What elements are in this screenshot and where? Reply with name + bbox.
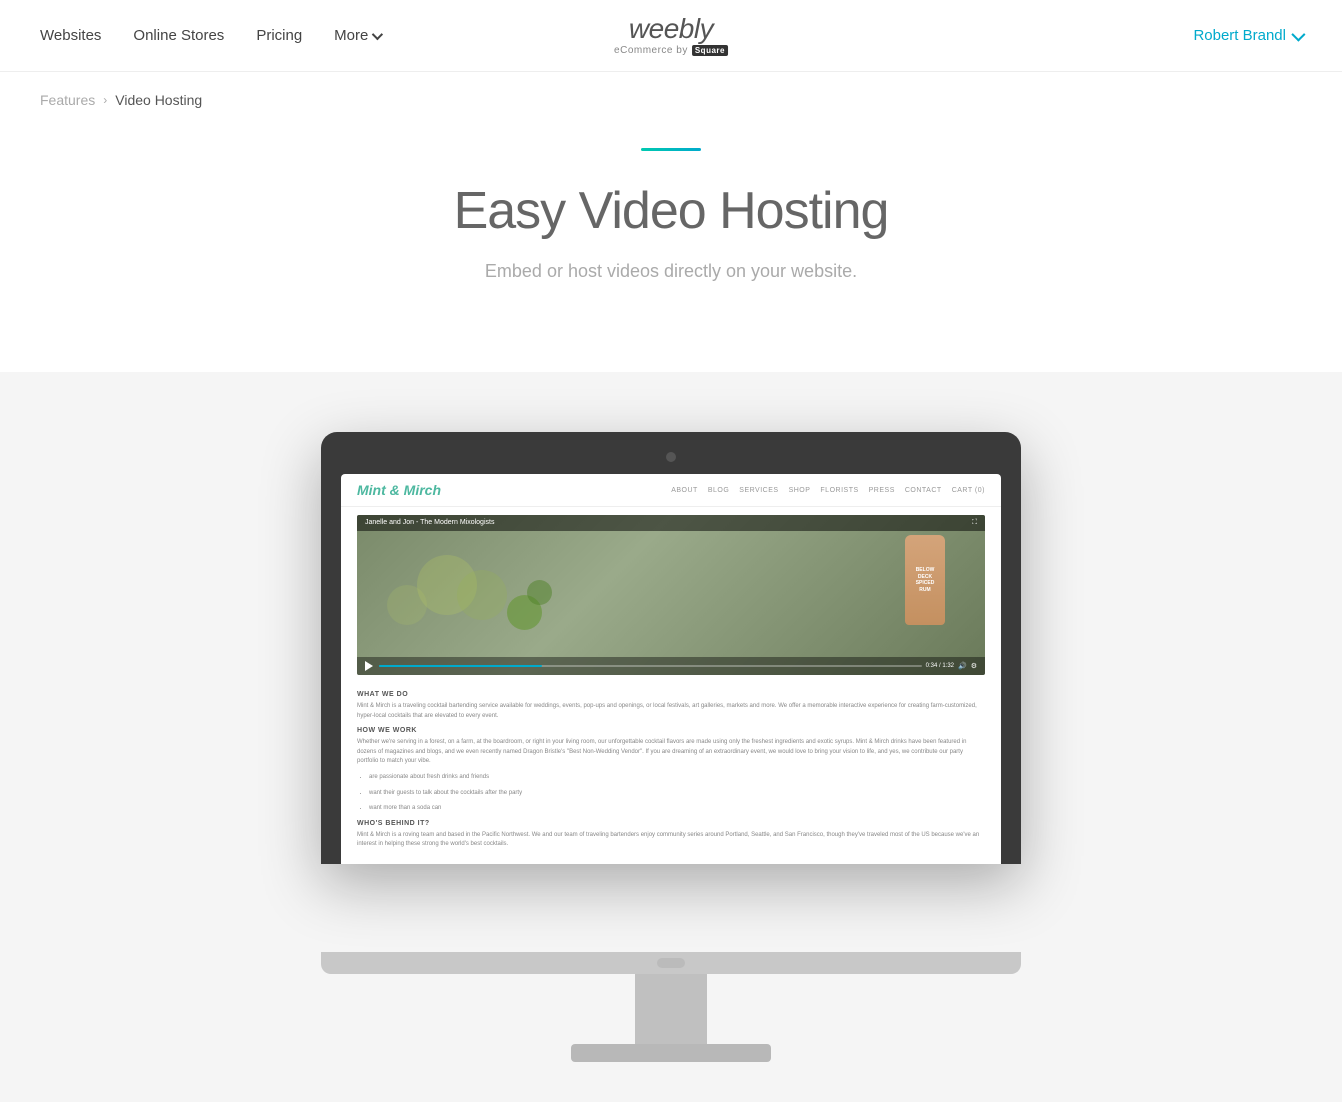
- nav-online-stores[interactable]: Online Stores: [133, 27, 224, 44]
- square-badge: Square: [692, 45, 728, 56]
- video-title-text: Janelle and Jon - The Modern Mixologists: [365, 519, 494, 527]
- website-section-3: WHO'S BEHIND IT? Mint & Mirch is a rovin…: [357, 820, 985, 850]
- video-player: BELOWDECKSPICEDRUM Janelle and Jon - The…: [357, 515, 985, 675]
- monitor-frame: Mint & Mirch ABOUT BLOG SERVICES SHOP FL…: [321, 432, 1021, 864]
- hero-section: Easy Video Hosting Embed or host videos …: [0, 128, 1342, 372]
- monitor-camera: [666, 452, 676, 462]
- website-nav-services: SERVICES: [739, 487, 778, 494]
- video-bg: BELOWDECKSPICEDRUM: [357, 515, 985, 675]
- breadcrumb-features-link[interactable]: Features: [40, 92, 95, 108]
- bottle-shape: BELOWDECKSPICEDRUM: [905, 535, 945, 625]
- section3-text: Mint & Mirch is a roving team and based …: [357, 831, 985, 850]
- breadcrumb-current: Video Hosting: [115, 92, 202, 108]
- hero-accent-line: [641, 148, 701, 151]
- video-title-bar: Janelle and Jon - The Modern Mixologists…: [357, 515, 985, 531]
- video-progress-fill: [379, 665, 542, 667]
- website-nav-press: PRESS: [869, 487, 895, 494]
- website-nav-links: ABOUT BLOG SERVICES SHOP FLORISTS PRESS …: [671, 487, 985, 494]
- list-item-2: want their guests to talk about the cock…: [369, 789, 985, 799]
- monitor-bottom: [0, 952, 1342, 1102]
- website-section-1: WHAT WE DO Mint & Mirch is a traveling c…: [357, 691, 985, 721]
- video-time-label: 0:34 / 1:32: [926, 663, 954, 669]
- nav-more[interactable]: More: [334, 27, 380, 44]
- user-menu[interactable]: Robert Brandl: [1193, 27, 1302, 44]
- video-fullscreen-icon: ⛶: [972, 519, 977, 527]
- website-nav-blog: BLOG: [708, 487, 729, 494]
- monitor-screen: Mint & Mirch ABOUT BLOG SERVICES SHOP FL…: [341, 474, 1001, 864]
- video-controls: 0:34 / 1:32 🔊 ⚙: [357, 657, 985, 675]
- video-progress-bar[interactable]: [379, 665, 922, 667]
- section2-text: Whether we're serving in a forest, on a …: [357, 738, 985, 767]
- website-navbar: Mint & Mirch ABOUT BLOG SERVICES SHOP FL…: [341, 474, 1001, 507]
- monitor-chin: [321, 952, 1021, 974]
- user-name: Robert Brandl: [1193, 27, 1286, 44]
- list-item-1: are passionate about fresh drinks and fr…: [369, 773, 985, 783]
- monitor-stand-neck: [635, 974, 707, 1044]
- section2-list: are passionate about fresh drinks and fr…: [357, 773, 985, 814]
- monitor-area: Mint & Mirch ABOUT BLOG SERVICES SHOP FL…: [0, 372, 1342, 952]
- nav-pricing[interactable]: Pricing: [256, 27, 302, 44]
- breadcrumb-separator: ›: [103, 93, 107, 107]
- website-content: WHAT WE DO Mint & Mirch is a traveling c…: [341, 683, 1001, 864]
- section1-text: Mint & Mirch is a traveling cocktail bar…: [357, 702, 985, 721]
- navbar: Websites Online Stores Pricing More weeb…: [0, 0, 1342, 72]
- monitor-stand-base: [571, 1044, 771, 1062]
- section1-title: WHAT WE DO: [357, 691, 985, 698]
- website-logo: Mint & Mirch: [357, 482, 441, 498]
- more-dropdown-icon: [372, 28, 383, 39]
- hero-subtitle: Embed or host videos directly on your we…: [40, 261, 1302, 282]
- user-dropdown-icon: [1291, 27, 1305, 41]
- website-section-2: HOW WE WORK Whether we're serving in a f…: [357, 727, 985, 814]
- logo-text: weebly: [629, 15, 713, 43]
- hero-title: Easy Video Hosting: [40, 181, 1302, 241]
- nav-websites[interactable]: Websites: [40, 27, 101, 44]
- video-volume-icon: 🔊: [958, 662, 967, 670]
- monitor-power-button: [657, 958, 685, 968]
- list-item-3: want more than a soda can: [369, 804, 985, 814]
- logo[interactable]: weebly eCommerce by Square: [614, 15, 728, 56]
- website-nav-about: ABOUT: [671, 487, 698, 494]
- logo-sub: eCommerce by Square: [614, 45, 728, 56]
- video-settings-icon: ⚙: [971, 662, 977, 670]
- nav-right: Robert Brandl: [1193, 27, 1302, 44]
- video-play-button[interactable]: [365, 661, 375, 671]
- website-nav-cart: CART (0): [952, 487, 985, 494]
- website-nav-florists: FLORISTS: [820, 487, 858, 494]
- website-nav-shop: SHOP: [789, 487, 811, 494]
- breadcrumb: Features › Video Hosting: [0, 72, 1342, 128]
- monitor-mockup: Mint & Mirch ABOUT BLOG SERVICES SHOP FL…: [321, 432, 1021, 864]
- website-nav-contact: CONTACT: [905, 487, 942, 494]
- nav-left: Websites Online Stores Pricing More: [40, 27, 380, 44]
- section3-title: WHO'S BEHIND IT?: [357, 820, 985, 827]
- section2-title: HOW WE WORK: [357, 727, 985, 734]
